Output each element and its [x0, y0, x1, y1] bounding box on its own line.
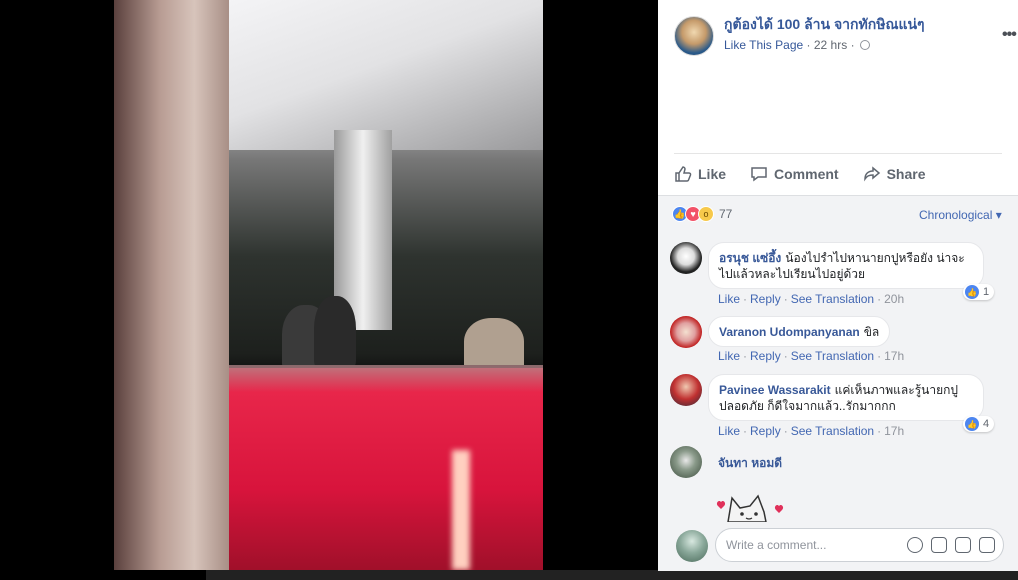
- post-actions: Like Comment Share: [674, 153, 1002, 193]
- comment-likes-value: 1: [983, 286, 990, 298]
- comment-label: Comment: [774, 165, 839, 182]
- page-avatar[interactable]: [674, 16, 714, 56]
- comment-input[interactable]: Write a comment...: [715, 528, 1004, 562]
- share-label: Share: [886, 165, 926, 182]
- photo-pillar: [114, 0, 229, 570]
- comment-reply-link[interactable]: Reply: [750, 424, 781, 438]
- sticker-icon[interactable]: [979, 537, 995, 553]
- comment-like-count[interactable]: 👍 1: [963, 284, 995, 300]
- like-page-link[interactable]: Like This Page: [724, 38, 803, 52]
- see-translation-link[interactable]: See Translation: [791, 292, 874, 306]
- comment-reply-link[interactable]: Reply: [750, 349, 781, 363]
- comment-reply-link[interactable]: Reply: [750, 292, 781, 306]
- commenter-name[interactable]: Pavinee Wassarakit: [719, 383, 831, 397]
- gif-icon[interactable]: [955, 537, 971, 553]
- thumbs-up-icon: 👍: [965, 417, 979, 431]
- background-page-strip: [206, 570, 1018, 580]
- comment-bubble: Varanon Udompanyanan ขิล: [708, 316, 891, 347]
- photo-light-glow: [452, 450, 470, 570]
- comment-actions: Like · Reply · See Translation · 17h: [718, 424, 905, 438]
- sticker-image: [716, 494, 784, 522]
- commenter-name[interactable]: Varanon Udompanyanan: [719, 325, 860, 339]
- post-photo[interactable]: [114, 0, 543, 570]
- write-comment-bar: Write a comment...: [658, 523, 1018, 571]
- current-user-avatar: [676, 530, 708, 562]
- commenter-name[interactable]: จันทา หอมดี: [718, 456, 782, 470]
- comment-actions: Like · Reply · See Translation · 17h: [718, 349, 905, 363]
- wow-reaction-icon: o: [698, 206, 714, 222]
- comment-actions: Like · Reply · See Translation · 20h: [718, 292, 905, 306]
- comment-bubble: อรนุช แซ่อึ้ง น้องไปรำไปหานายกปูหรือยัง น…: [708, 242, 984, 289]
- more-icon[interactable]: •••: [1002, 26, 1017, 44]
- camera-icon[interactable]: [931, 537, 947, 553]
- photo-ceiling: [224, 0, 543, 150]
- photo-person: [464, 318, 524, 370]
- see-translation-link[interactable]: See Translation: [791, 349, 874, 363]
- like-button[interactable]: Like: [674, 165, 726, 183]
- comment-text: ขิล: [863, 325, 880, 339]
- comment-like-link[interactable]: Like: [718, 292, 740, 306]
- post-time[interactable]: 22 hrs: [814, 38, 847, 52]
- share-button[interactable]: Share: [863, 165, 926, 183]
- comment-input-tools: [899, 537, 995, 553]
- comment-time[interactable]: 20h: [884, 292, 904, 306]
- share-icon: [863, 165, 880, 181]
- commenter-avatar[interactable]: [670, 316, 702, 348]
- commenter-avatar[interactable]: [670, 446, 702, 478]
- post-header: กูต้องได้ 100 ล้าน จากทักษิณแน่ๆ Like Th…: [674, 12, 1017, 56]
- like-icon: [675, 165, 692, 182]
- comment-likes-value: 4: [983, 418, 990, 430]
- comment-like-link[interactable]: Like: [718, 349, 740, 363]
- comment-like-count[interactable]: 👍 4: [963, 416, 995, 432]
- comment-time[interactable]: 17h: [884, 349, 904, 363]
- photo-counter: [219, 368, 543, 570]
- reactions-summary[interactable]: 👍 ♥ o 77: [672, 206, 732, 222]
- comment-bubble: Pavinee Wassarakit แค่เห็นภาพและรู้นายกปู…: [708, 374, 984, 421]
- comment-like-link[interactable]: Like: [718, 424, 740, 438]
- thumbs-up-icon: 👍: [965, 285, 979, 299]
- photo-person: [314, 296, 356, 368]
- comment-icon: [751, 166, 767, 181]
- commenter-avatar[interactable]: [670, 242, 702, 274]
- post-meta: Like This Page · 22 hrs ·: [724, 38, 870, 52]
- photo-theater: [0, 0, 658, 580]
- like-label: Like: [698, 165, 727, 182]
- comment-button[interactable]: Comment: [750, 165, 839, 183]
- comment-sort-dropdown[interactable]: Chronological ▾: [919, 208, 1002, 222]
- commenter-avatar[interactable]: [670, 374, 702, 406]
- comment-input-placeholder: Write a comment...: [726, 538, 827, 552]
- globe-icon: [859, 40, 870, 50]
- comment-header: จันทา หอมดี: [718, 454, 786, 473]
- commenter-name[interactable]: อรนุช แซ่อึ้ง: [719, 251, 781, 265]
- comment-time[interactable]: 17h: [884, 424, 904, 438]
- post-side-panel: กูต้องได้ 100 ล้าน จากทักษิณแน่ๆ Like Th…: [658, 0, 1018, 571]
- meta-separator: ·: [806, 38, 811, 52]
- page-name[interactable]: กูต้องได้ 100 ล้าน จากทักษิณแน่ๆ: [724, 14, 925, 36]
- see-translation-link[interactable]: See Translation: [791, 424, 874, 438]
- meta-separator: ·: [850, 38, 855, 52]
- emoji-icon[interactable]: [907, 537, 923, 553]
- reaction-count: 77: [719, 207, 733, 221]
- comments-section: 👍 ♥ o 77 Chronological ▾ อรนุช แซ่อึ้ง น้…: [658, 195, 1018, 571]
